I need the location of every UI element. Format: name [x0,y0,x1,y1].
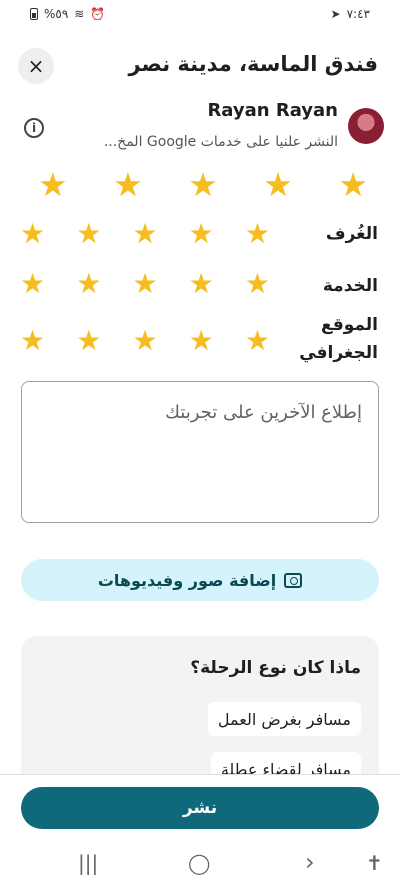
status-time: ٧:٤٣ [346,7,370,21]
page-title: فندق الماسة، مدينة نصر [128,52,378,76]
star-icon[interactable]: ★ [76,270,101,298]
bottom-bar: نشر ||| ◯ › ✝ [0,774,400,889]
rooms-rating-stars: ★ ★ ★ ★ ★ [20,220,270,248]
location-rating-stars: ★ ★ ★ ★ ★ [20,327,270,355]
battery-percent: %٥٩ [44,7,69,21]
star-icon[interactable]: ★ [20,270,45,298]
star-icon[interactable]: ★ [189,270,214,298]
location-label: الموقع الجغرافي [299,315,378,364]
home-icon[interactable]: ◯ [188,851,210,875]
status-icons-right: ➤ ٧:٤٣ [331,7,370,21]
recents-icon[interactable]: ||| [78,851,98,875]
star-icon[interactable]: ★ [132,327,157,355]
info-icon[interactable]: i [24,118,44,138]
close-button[interactable]: × [18,48,54,84]
alarm-icon: ⏰ [90,7,106,21]
star-icon[interactable]: ★ [189,327,214,355]
rating-row-service: ★ ★ ★ ★ ★ الخدمة [0,270,400,302]
overall-rating-stars: ★ ★ ★ ★ ★ [38,168,368,201]
user-name: Rayan Rayan [207,100,338,121]
star-icon[interactable]: ★ [20,220,45,248]
system-nav-bar: ||| ◯ › ✝ [0,848,400,881]
rooms-label: الغُرف [325,224,378,244]
star-icon[interactable]: ★ [189,220,214,248]
user-row: Rayan Rayan النشر علنيا على خدمات Google… [0,96,400,156]
star-icon[interactable]: ★ [338,168,368,201]
rating-row-rooms: ★ ★ ★ ★ ★ الغُرف [0,220,400,252]
status-bar: %٥٩ ≋ ⏰ ➤ ٧:٤٣ [0,0,400,32]
star-icon[interactable]: ★ [263,168,293,201]
trip-option-business[interactable]: مسافر بغرض العمل [207,702,361,736]
star-icon[interactable]: ★ [132,270,157,298]
header: × فندق الماسة، مدينة نصر [0,44,400,88]
status-icons-left: %٥٩ ≋ ⏰ [30,7,105,21]
telegram-icon: ➤ [330,7,341,21]
review-placeholder: إطلاع الآخرين على تجربتك [165,402,362,423]
star-icon[interactable]: ★ [245,270,270,298]
service-label: الخدمة [322,276,378,296]
star-icon[interactable]: ★ [76,220,101,248]
star-icon[interactable]: ★ [38,168,68,201]
add-photos-videos-button[interactable]: إضافة صور وفيديوهات [21,559,379,601]
trip-type-question: ماذا كان نوع الرحلة؟ [190,658,361,678]
star-icon[interactable]: ★ [20,327,45,355]
rating-row-location: ★ ★ ★ ★ ★ الموقع الجغرافي [0,315,400,375]
back-icon[interactable]: › [305,848,315,876]
review-textarea[interactable]: إطلاع الآخرين على تجربتك [21,381,379,523]
star-icon[interactable]: ★ [245,327,270,355]
star-icon[interactable]: ★ [188,168,218,201]
battery-icon [30,8,38,20]
star-icon[interactable]: ★ [132,220,157,248]
avatar [348,108,384,144]
service-rating-stars: ★ ★ ★ ★ ★ [20,270,270,298]
star-icon[interactable]: ★ [76,327,101,355]
close-icon: × [27,54,45,78]
wifi-icon: ≋ [74,7,85,21]
accessibility-icon[interactable]: ✝ [366,851,383,875]
star-icon[interactable]: ★ [245,220,270,248]
posting-publicly-notice: النشر علنيا على خدمات Google المخ... [103,134,338,150]
add-media-label: إضافة صور وفيديوهات [97,570,277,590]
star-icon[interactable]: ★ [113,168,143,201]
add-photo-icon [284,572,303,588]
post-button[interactable]: نشر [21,787,379,829]
